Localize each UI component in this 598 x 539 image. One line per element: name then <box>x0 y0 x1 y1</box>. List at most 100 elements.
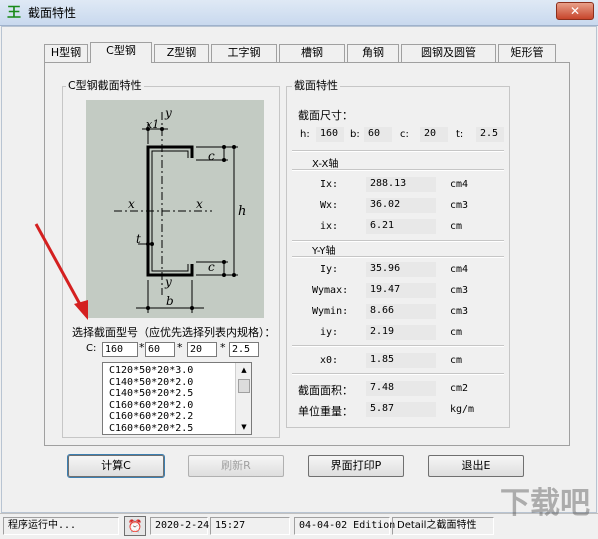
weight-label: 单位重量： <box>298 405 353 418</box>
iy-radius-unit: cm <box>450 327 463 338</box>
annotation-arrow <box>34 223 88 320</box>
tab-round-tube[interactable]: 圆钢及圆管 <box>401 44 496 62</box>
divider <box>292 169 504 171</box>
iy-moment-label: Iy: <box>320 264 339 275</box>
area-label: 截面面积： <box>298 384 353 397</box>
status-date: 2020-2-24 <box>150 517 209 535</box>
dim-c-value: 20 <box>420 127 448 142</box>
c-section-group-title: C型钢截面特性 <box>66 79 144 92</box>
area-value: 7.48 <box>366 381 436 396</box>
dim-t-value: 2.5 <box>476 127 504 142</box>
scroll-thumb[interactable] <box>238 379 250 393</box>
scroll-up-icon[interactable]: ▲ <box>236 363 252 377</box>
area-unit: cm2 <box>450 383 469 394</box>
divider <box>292 373 504 375</box>
wx-label: Wx: <box>320 200 339 211</box>
dim-h-label: h: <box>300 129 310 140</box>
wymax-value: 19.47 <box>366 283 436 298</box>
wymax-label: Wymax: <box>312 285 349 296</box>
yy-axis-title: Y-Y轴 <box>312 246 336 257</box>
divider <box>292 150 504 152</box>
ix-moment-label: Ix: <box>320 179 339 190</box>
label-y-top: y <box>165 106 172 120</box>
exit-button[interactable]: 退出E <box>428 455 524 477</box>
c-input[interactable]: 20 <box>187 342 217 357</box>
status-detail: Detail之截面特性 <box>392 517 494 535</box>
close-button[interactable]: ✕ <box>556 2 594 20</box>
x0-unit: cm <box>450 355 463 366</box>
status-edition: 04-04-02 Edition <box>294 517 395 535</box>
weight-unit: kg/m <box>450 404 475 415</box>
label-h: h <box>238 204 247 219</box>
close-icon: ✕ <box>569 4 581 18</box>
label-c-bottom: c <box>208 260 215 274</box>
dim-b-label: b: <box>350 129 360 140</box>
list-item[interactable]: C140*50*20*2.0 <box>109 377 193 389</box>
c-label: C: <box>86 343 97 354</box>
status-running: 程序运行中... <box>3 517 119 535</box>
list-item[interactable]: C160*60*20*2.2 <box>109 411 193 423</box>
separator-3: * <box>220 341 226 354</box>
wymin-unit: cm3 <box>450 306 469 317</box>
separator-2: * <box>177 341 183 354</box>
select-section-label: 选择截面型号（应优先选择列表内规格）： <box>72 326 276 339</box>
xx-axis-title: X-X轴 <box>312 159 339 170</box>
window-title: 截面特性 <box>28 6 77 20</box>
section-listbox[interactable]: C120*50*20*3.0 C140*50*20*2.0 C140*50*20… <box>102 362 252 435</box>
ix-radius-label: ix: <box>320 221 339 232</box>
section-list: C120*50*20*3.0 C140*50*20*2.0 C140*50*20… <box>109 365 193 434</box>
list-item[interactable]: C140*50*20*2.5 <box>109 388 193 400</box>
iy-radius-value: 2.19 <box>366 325 436 340</box>
app-icon: 王 <box>7 5 21 21</box>
iy-radius-label: iy: <box>320 327 339 338</box>
label-x1: x1 <box>146 118 160 131</box>
wymin-label: Wymin: <box>312 306 349 317</box>
title-bar: 王 截面特性 ✕ <box>0 0 598 26</box>
dim-b-value: 60 <box>364 127 392 142</box>
watermark-logo: 下载吧 <box>500 486 590 521</box>
list-scrollbar[interactable]: ▲ ▼ <box>235 363 251 434</box>
list-item[interactable]: C160*60*20*2.5 <box>109 423 193 435</box>
x0-label: x0: <box>320 355 339 366</box>
separator-1: * <box>139 341 145 354</box>
wx-value: 36.02 <box>366 198 436 213</box>
dim-h-value: 160 <box>316 127 344 142</box>
tab-h-steel[interactable]: H型钢 <box>44 44 88 62</box>
ix-radius-value: 6.21 <box>366 219 436 234</box>
label-y-bottom: y <box>165 275 172 289</box>
tab-rect-tube[interactable]: 矩形管 <box>498 44 556 62</box>
tab-angle[interactable]: 角钢 <box>347 44 399 62</box>
dim-c-label: c: <box>400 129 409 140</box>
t-input[interactable]: 2.5 <box>229 342 259 357</box>
ix-moment-value: 288.13 <box>366 177 436 192</box>
tab-c-steel[interactable]: C型钢 <box>90 42 152 63</box>
label-c-top: c <box>208 149 215 163</box>
divider <box>292 256 504 258</box>
label-x-right: x <box>196 197 203 211</box>
dims-label: 截面尺寸： <box>298 109 353 122</box>
dim-t-label: t: <box>456 129 464 140</box>
divider <box>292 345 504 347</box>
label-b: b <box>166 294 174 308</box>
wx-unit: cm3 <box>450 200 469 211</box>
calculate-button[interactable]: 计算C <box>67 454 165 478</box>
wymin-value: 8.66 <box>366 304 436 319</box>
b-input[interactable]: 60 <box>145 342 175 357</box>
section-properties-title: 截面特性 <box>292 79 340 92</box>
tab-z-steel[interactable]: Z型钢 <box>154 44 209 62</box>
tab-channel[interactable]: 槽钢 <box>279 44 345 62</box>
print-button[interactable]: 界面打印P <box>308 455 404 477</box>
refresh-button[interactable]: 刷新R <box>188 455 284 477</box>
iy-moment-unit: cm4 <box>450 264 469 275</box>
tab-i-beam[interactable]: 工字钢 <box>211 44 277 62</box>
x0-value: 1.85 <box>366 353 436 368</box>
scroll-down-icon[interactable]: ▼ <box>236 420 252 434</box>
iy-moment-value: 35.96 <box>366 262 436 277</box>
weight-value: 5.87 <box>366 402 436 417</box>
label-x-left: x <box>128 197 135 211</box>
list-item[interactable]: C160*60*20*2.0 <box>109 400 193 412</box>
clock-icon[interactable]: ⏰ <box>124 516 146 536</box>
h-input[interactable]: 160 <box>102 342 138 357</box>
list-item[interactable]: C120*50*20*3.0 <box>109 365 193 377</box>
section-diagram: y x1 c x x h t c y b <box>86 100 264 318</box>
